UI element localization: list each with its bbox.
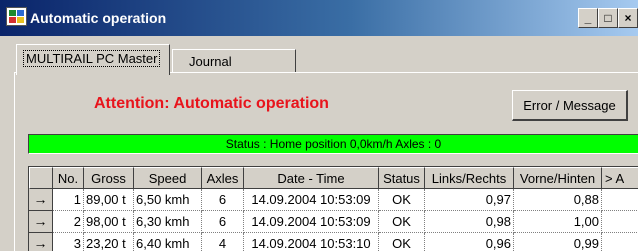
app-window: Automatic operation _ □ × MULTIRAIL PC M… [0, 0, 638, 251]
cell-vorne-hinten: 0,88 [514, 189, 602, 211]
cell-speed: 6,30 kmh [134, 211, 202, 233]
cell-date-time: 14.09.2004 10:53:10 [244, 233, 379, 251]
cell-status: OK [379, 211, 425, 233]
column-header-status[interactable]: Status [379, 167, 425, 189]
column-header-vorne-hinten[interactable]: Vorne/Hinten [514, 167, 602, 189]
cell-links-rechts: 0,98 [425, 211, 514, 233]
cell-status: OK [379, 233, 425, 251]
table-header-row: No. Gross Speed Axles Date - Time Status… [29, 167, 638, 189]
cell-no: 3 [53, 233, 84, 251]
error-message-button[interactable]: Error / Message [512, 90, 628, 121]
column-header-more[interactable]: > A [602, 167, 638, 189]
title-bar[interactable]: Automatic operation _ □ × [0, 0, 638, 36]
cell-links-rechts: 0,96 [425, 233, 514, 251]
cell-no: 2 [53, 211, 84, 233]
results-table[interactable]: No. Gross Speed Axles Date - Time Status… [28, 166, 638, 251]
cell-gross: 89,00 t [84, 189, 134, 211]
cell-more [602, 211, 638, 233]
cell-no: 1 [53, 189, 84, 211]
row-selector-header[interactable] [29, 167, 53, 189]
tab-label: Journal [189, 54, 232, 69]
maximize-button[interactable]: □ [598, 8, 618, 28]
row-pointer-icon[interactable]: → [29, 189, 53, 211]
table-row[interactable]: → 3 23,20 t 6,40 kmh 4 14.09.2004 10:53:… [29, 233, 638, 251]
cell-speed: 6,50 kmh [134, 189, 202, 211]
column-header-no[interactable]: No. [53, 167, 84, 189]
cell-axles: 6 [202, 211, 244, 233]
cell-more [602, 189, 638, 211]
cell-more [602, 233, 638, 251]
cell-axles: 4 [202, 233, 244, 251]
minimize-button[interactable]: _ [578, 8, 598, 28]
row-pointer-icon[interactable]: → [29, 211, 53, 233]
cell-vorne-hinten: 1,00 [514, 211, 602, 233]
tab-label: MULTIRAIL PC Master [22, 50, 161, 67]
column-header-axles[interactable]: Axles [202, 167, 244, 189]
tab-journal[interactable]: Journal [172, 49, 296, 72]
cell-status: OK [379, 189, 425, 211]
attention-message: Attention: Automatic operation [94, 95, 329, 112]
cell-date-time: 14.09.2004 10:53:09 [244, 189, 379, 211]
cell-links-rechts: 0,97 [425, 189, 514, 211]
column-header-speed[interactable]: Speed [134, 167, 202, 189]
column-header-date-time[interactable]: Date - Time [244, 167, 379, 189]
status-bar: Status : Home position 0,0km/h Axles : 0 [28, 134, 638, 154]
tab-multirail-pc-master[interactable]: MULTIRAIL PC Master [16, 44, 170, 75]
cell-gross: 98,00 t [84, 211, 134, 233]
column-header-links-rechts[interactable]: Links/Rechts [425, 167, 514, 189]
column-header-gross[interactable]: Gross [84, 167, 134, 189]
window-title: Automatic operation [30, 10, 167, 26]
row-pointer-icon[interactable]: → [29, 233, 53, 251]
cell-date-time: 14.09.2004 10:53:09 [244, 211, 379, 233]
cell-vorne-hinten: 0,99 [514, 233, 602, 251]
app-icon[interactable] [6, 7, 27, 26]
close-button[interactable]: × [618, 8, 638, 28]
table-row[interactable]: → 1 89,00 t 6,50 kmh 6 14.09.2004 10:53:… [29, 189, 638, 211]
cell-speed: 6,40 kmh [134, 233, 202, 251]
cell-gross: 23,20 t [84, 233, 134, 251]
cell-axles: 6 [202, 189, 244, 211]
table-row[interactable]: → 2 98,00 t 6,30 kmh 6 14.09.2004 10:53:… [29, 211, 638, 233]
